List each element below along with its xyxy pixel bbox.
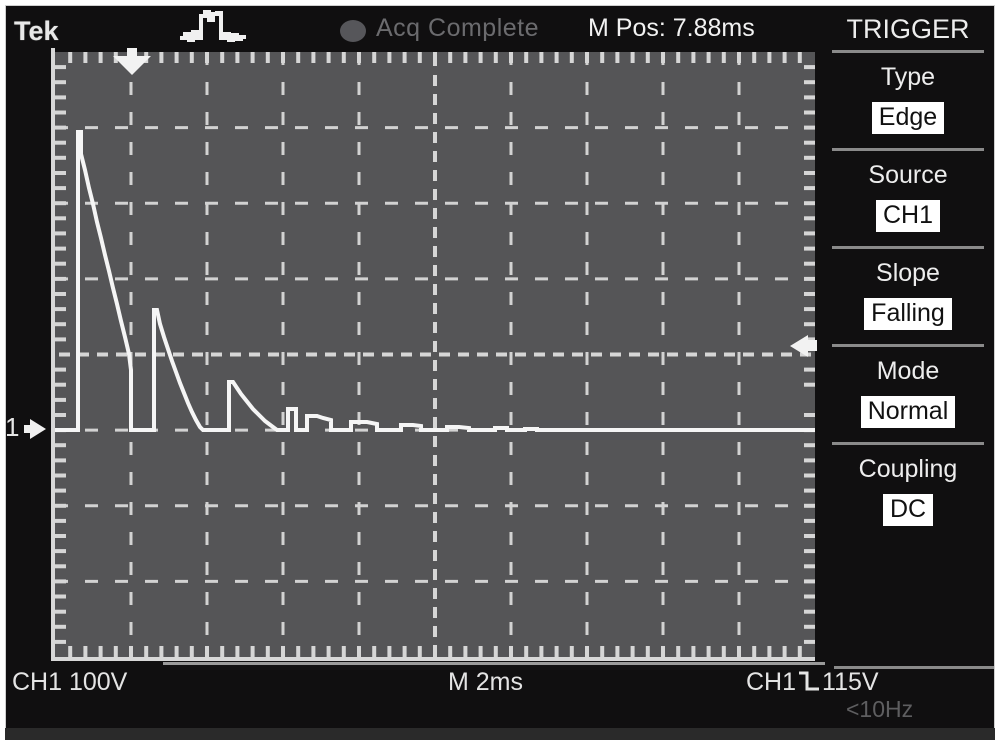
menu-value-source[interactable]: CH1 bbox=[875, 200, 940, 232]
menu-label-type: Type bbox=[880, 63, 936, 91]
trigger-readout: CH1 115V bbox=[746, 668, 879, 697]
menu-divider bbox=[832, 50, 984, 53]
status-bar: CH1 100V M 2ms CH1 115V <10Hz bbox=[8, 662, 994, 728]
acquisition-status-text: Acq Complete bbox=[376, 14, 540, 42]
menu-label-source: Source bbox=[868, 161, 948, 189]
trigger-source-label: CH1 bbox=[746, 668, 797, 696]
trigger-menu-panel: TRIGGER Type Edge Source CH1 Slope Falli… bbox=[828, 10, 988, 700]
oscilloscope-screenshot: Tek Acq Complete M Pos: 7.88ms 1 TRIGGER… bbox=[0, 0, 1000, 754]
menu-title: TRIGGER bbox=[846, 14, 970, 44]
menu-divider bbox=[832, 442, 984, 445]
menu-divider bbox=[832, 148, 984, 151]
trigger-level-icon[interactable] bbox=[790, 335, 808, 357]
graticule-bottom-border bbox=[51, 657, 815, 661]
tek-brand-logo: Tek bbox=[14, 16, 59, 46]
menu-divider bbox=[832, 344, 984, 347]
menu-label-coupling: Coupling bbox=[858, 455, 958, 483]
menu-divider bbox=[832, 246, 984, 249]
timebase-readout: M 2ms bbox=[448, 668, 523, 696]
trigger-position-stem bbox=[127, 48, 137, 56]
channel-1-scale-readout: CH1 100V bbox=[12, 668, 128, 696]
trigger-frequency-readout: <10Hz bbox=[846, 696, 914, 722]
menu-value-mode[interactable]: Normal bbox=[860, 396, 956, 428]
trigger-level-readout: 115V bbox=[822, 668, 879, 696]
menu-value-coupling[interactable]: DC bbox=[882, 494, 934, 526]
horizontal-position-readout: M Pos: 7.88ms bbox=[588, 14, 755, 42]
menu-label-slope: Slope bbox=[876, 259, 940, 287]
menu-value-type[interactable]: Edge bbox=[871, 102, 945, 134]
graticule-top-ticks bbox=[68, 52, 802, 63]
trigger-position-icon[interactable] bbox=[113, 56, 151, 75]
menu-label-mode: Mode bbox=[876, 357, 940, 385]
falling-edge-glyph-icon bbox=[799, 671, 820, 691]
status-underline-left bbox=[163, 662, 825, 665]
channel-1-ground-icon[interactable] bbox=[30, 419, 46, 439]
channel-1-label: 1 bbox=[5, 412, 20, 442]
acquisition-indicator-dot bbox=[340, 20, 366, 42]
waveform-display-area[interactable] bbox=[51, 48, 817, 661]
graticule-and-trace bbox=[55, 52, 815, 657]
waveform-glyph-icon bbox=[180, 10, 246, 42]
graticule-bottom-ticks bbox=[68, 646, 802, 657]
bezel-shadow bbox=[5, 728, 995, 740]
menu-value-slope[interactable]: Falling bbox=[864, 298, 952, 330]
